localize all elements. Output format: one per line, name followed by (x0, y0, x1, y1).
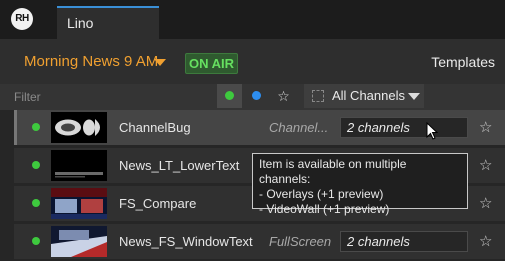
channels-icon (312, 90, 324, 102)
tooltip-line: - VideoWall (+1 preview) (259, 202, 390, 216)
tab-bar: RH Lino (0, 0, 505, 39)
star-icon[interactable]: ☆ (479, 194, 492, 212)
list-item[interactable]: News_FS_WindowText FullScreen 2 channels… (14, 224, 505, 259)
chevron-down-icon[interactable] (154, 59, 166, 66)
channels-field[interactable]: 2 channels (340, 117, 468, 138)
item-name: ChannelBug (119, 120, 191, 135)
channels-dropdown[interactable]: All Channels (304, 84, 424, 108)
thumbnail (51, 112, 107, 143)
item-type: Channel... (269, 120, 329, 135)
status-dot (32, 161, 40, 169)
chevron-down-icon (408, 93, 420, 100)
green-filter-button[interactable] (217, 84, 242, 108)
thumbnail (51, 150, 107, 181)
item-type: FullScreen (269, 234, 332, 249)
tab-lino[interactable]: Lino (57, 6, 159, 39)
channels-dropdown-label: All Channels (332, 88, 405, 103)
star-icon[interactable]: ☆ (479, 232, 492, 250)
app-logo: RH (11, 8, 33, 30)
channels-field[interactable]: 2 channels (340, 231, 468, 252)
status-dot (32, 123, 40, 131)
playlist-selector[interactable]: Morning News 9 AM (24, 53, 158, 71)
templates-label: Templates (431, 54, 495, 70)
filter-input[interactable]: Filter (14, 90, 41, 104)
blue-filter-button[interactable] (244, 84, 269, 108)
thumbnail (51, 188, 107, 219)
star-icon[interactable]: ☆ (479, 156, 492, 174)
item-name: News_FS_WindowText (119, 234, 253, 249)
tooltip: Item is available on multiple channels: … (252, 153, 468, 216)
item-name: FS_Compare (119, 196, 197, 211)
thumbnail (51, 226, 107, 257)
on-air-badge[interactable]: ON AIR (185, 53, 238, 74)
tooltip-line: Item is available on multiple channels: (259, 157, 407, 186)
favorites-filter-button[interactable]: ☆ (271, 84, 296, 108)
status-dot (32, 199, 40, 207)
status-dot (32, 237, 40, 245)
item-name: News_LT_LowerText (119, 158, 240, 173)
tooltip-line: - Overlays (+1 preview) (259, 187, 384, 201)
star-icon[interactable]: ☆ (479, 118, 492, 136)
mouse-cursor-icon (426, 121, 439, 143)
